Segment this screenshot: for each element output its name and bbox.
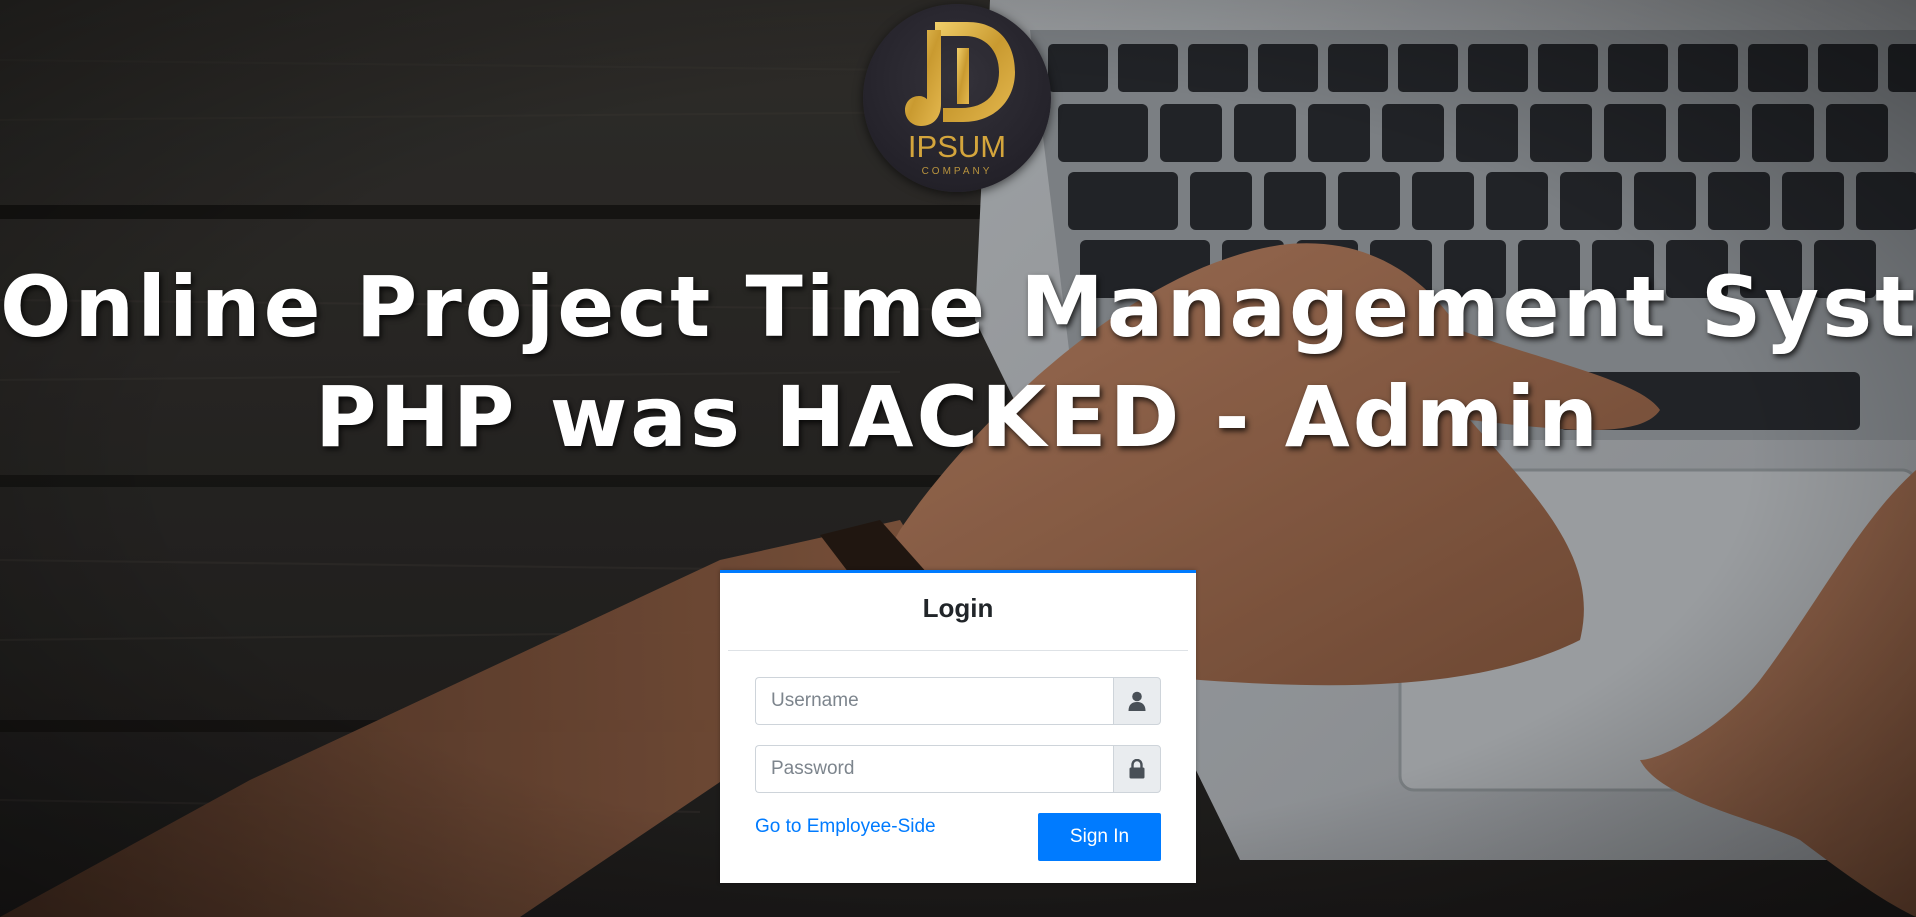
page-title-line-2: PHP was HACKED - Admin: [315, 368, 1601, 466]
login-page: IPSUM COMPANY Online Project Time Manage…: [0, 0, 1916, 917]
lock-icon: [1129, 759, 1145, 779]
login-heading: Login: [922, 593, 994, 623]
page-title-line-1: Online Project Time Management System -: [0, 258, 1916, 356]
logo-wordmark: IPSUM: [907, 129, 1007, 164]
sign-in-button[interactable]: Sign In: [1038, 813, 1161, 861]
company-logo: IPSUM COMPANY: [863, 4, 1051, 192]
employee-side-link[interactable]: Go to Employee-Side: [755, 816, 936, 838]
username-input[interactable]: [755, 677, 1113, 725]
username-addon: [1113, 677, 1161, 725]
logo-subtitle: COMPANY: [921, 166, 993, 177]
password-input-group: [755, 745, 1161, 793]
page-title: Online Project Time Management System - …: [0, 252, 1916, 472]
user-icon: [1128, 691, 1146, 711]
login-card: Login Go to Employee-Side Sign In: [720, 570, 1196, 883]
password-addon: [1113, 745, 1161, 793]
username-input-group: [755, 677, 1161, 725]
password-input[interactable]: [755, 745, 1113, 793]
login-card-header: Login: [728, 573, 1188, 651]
